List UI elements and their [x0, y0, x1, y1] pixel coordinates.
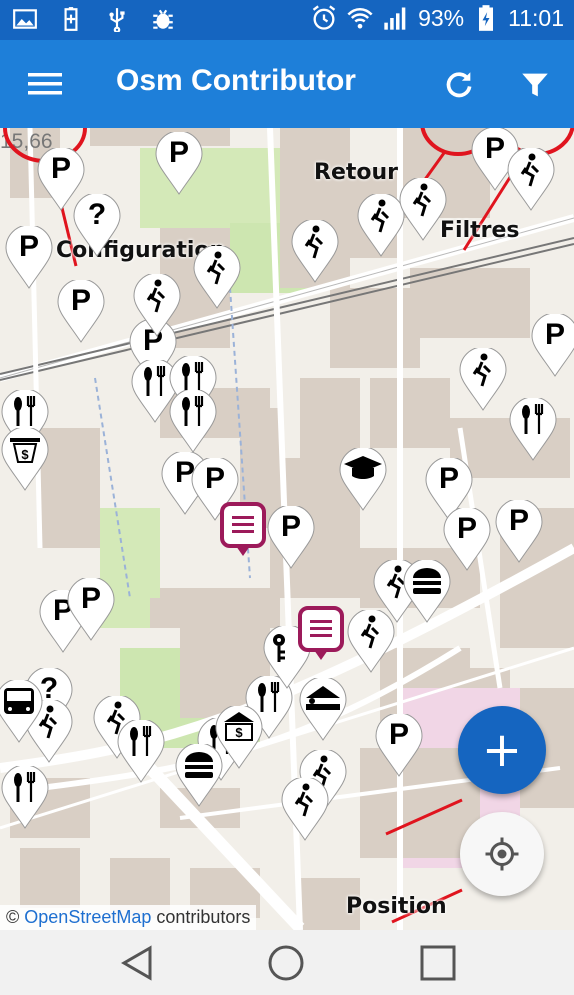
back-triangle-icon[interactable] [118, 944, 158, 982]
battery-percent: 93% [418, 4, 465, 31]
my-location-icon [485, 837, 519, 871]
hamburger-menu-icon [28, 73, 62, 95]
pedestrian-crossing-pin[interactable] [346, 608, 396, 674]
pin-label: P [168, 136, 189, 169]
parking-bicycle-pin[interactable]: P [154, 130, 204, 196]
menu-button[interactable] [20, 64, 70, 104]
battery-saver-icon [64, 7, 78, 31]
pin-label: P [280, 510, 301, 543]
debug-icon [153, 9, 173, 29]
image-icon [13, 9, 37, 29]
note-pin[interactable] [218, 502, 268, 566]
restaurant-pin[interactable] [168, 388, 218, 454]
unknown-poi-pin[interactable]: ? [72, 192, 122, 258]
home-circle-icon[interactable] [266, 944, 306, 982]
wifi-icon [347, 7, 373, 29]
atm-pin[interactable]: $ [0, 426, 50, 492]
refresh-icon [446, 72, 472, 98]
signal-icon [384, 7, 406, 30]
note-pin[interactable] [296, 606, 346, 670]
filter-icon [522, 73, 548, 97]
pin-label: P [388, 718, 409, 751]
restaurant-pin[interactable] [0, 764, 50, 830]
refresh-button[interactable] [436, 62, 482, 108]
pedestrian-crossing-pin[interactable] [398, 176, 448, 242]
annotation-position: Position [346, 894, 447, 919]
pin-label: P [18, 230, 39, 263]
bus-stop-pin[interactable] [0, 678, 44, 744]
usb-icon [109, 8, 125, 32]
app-title: Osm Contributor [116, 64, 356, 97]
status-bar: 93% 11:01 [0, 0, 574, 40]
svg-text:$: $ [235, 725, 243, 740]
map-attribution: © OpenStreetMap contributors [0, 905, 257, 930]
pin-label: P [456, 512, 477, 545]
pin-label: P [438, 462, 459, 495]
pedestrian-crossing-pin[interactable] [290, 218, 340, 284]
clock: 11:01 [508, 4, 564, 31]
pin-label: P [544, 318, 565, 351]
alarm-icon [312, 5, 336, 30]
navigation-bar [0, 930, 574, 995]
parking-bicycle-pin[interactable]: P [374, 712, 424, 778]
parking-pin[interactable]: P [4, 224, 54, 290]
fast-food-pin[interactable] [402, 558, 452, 624]
pin-label: P [50, 152, 71, 185]
pin-label: P [508, 504, 529, 537]
pin-label: P [204, 462, 225, 495]
pedestrian-crossing-pin[interactable] [458, 346, 508, 412]
battery-icon [479, 5, 494, 31]
openstreetmap-link[interactable]: OpenStreetMap [24, 907, 151, 927]
pedestrian-crossing-pin[interactable] [506, 146, 556, 212]
pedestrian-crossing-pin[interactable] [280, 776, 330, 842]
pin-label: ? [87, 198, 107, 231]
svg-text:$: $ [21, 447, 29, 462]
annotation-retour: Retour [314, 160, 399, 185]
my-location-button[interactable] [460, 812, 544, 896]
annotation-filtres: Filtres [440, 218, 520, 243]
bank-pin[interactable]: $ [214, 704, 264, 770]
add-icon: + [481, 722, 523, 778]
filter-button[interactable] [512, 62, 558, 108]
restaurant-pin[interactable] [116, 718, 166, 784]
app-bar: Osm Contributor [0, 40, 574, 128]
parking-pin[interactable]: P [266, 504, 316, 570]
attribution-prefix: © [6, 907, 20, 927]
recents-square-icon[interactable] [418, 944, 458, 982]
university-pin[interactable] [338, 446, 388, 512]
add-poi-button[interactable]: + [458, 706, 546, 794]
pin-label: P [70, 284, 91, 317]
pin-label: P [80, 582, 101, 615]
pedestrian-crossing-pin[interactable] [132, 272, 182, 338]
parking-pin[interactable]: P [66, 576, 116, 642]
parking-pin[interactable]: P [530, 312, 574, 378]
parking-bicycle-pin[interactable]: P [56, 278, 106, 344]
parking-pin[interactable]: P [494, 498, 544, 564]
pedestrian-crossing-pin[interactable] [192, 244, 242, 310]
map-view[interactable]: 15,66 Configuration Retour Filtres Posit… [0, 128, 574, 930]
restaurant-pin[interactable] [508, 396, 558, 462]
attribution-suffix: contributors [156, 907, 251, 927]
